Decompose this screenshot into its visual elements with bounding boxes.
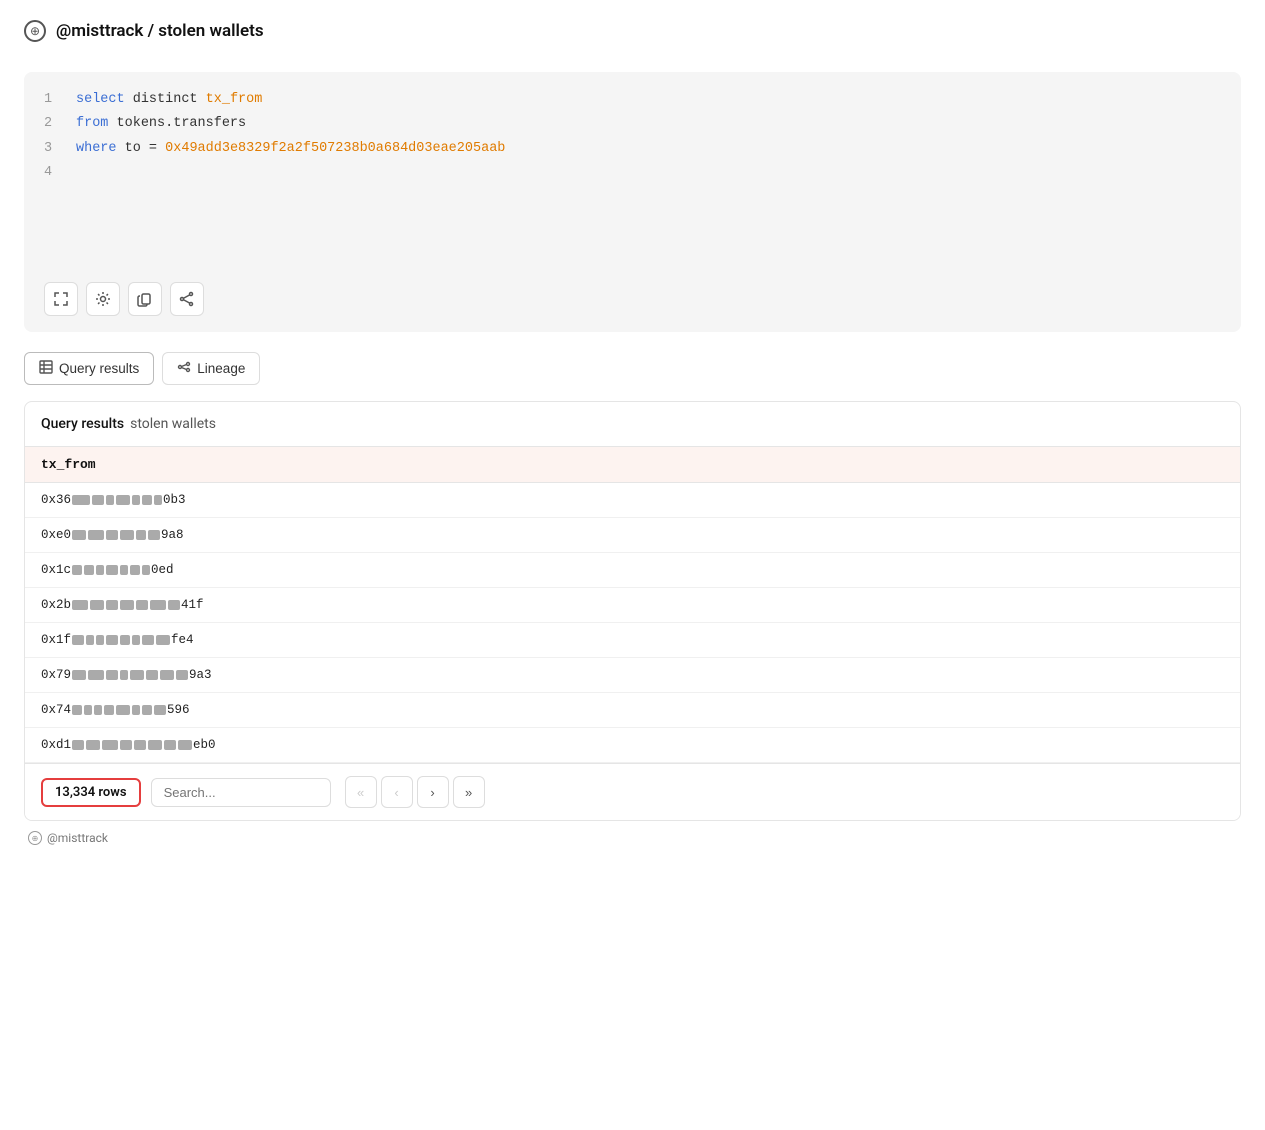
line-num-1: 1 — [44, 88, 56, 112]
line-num-2: 2 — [44, 112, 56, 136]
table-row: 0x799a3 — [25, 658, 1240, 693]
code-line-1: 1 select distinct tx_from — [44, 88, 1221, 112]
lineage-icon — [177, 360, 191, 377]
cell-tx-from: 0x74596 — [25, 693, 1240, 728]
share-button[interactable] — [170, 282, 204, 316]
pagination-controls: « ‹ › » — [345, 776, 485, 808]
pagination-prev[interactable]: ‹ — [381, 776, 413, 808]
code-block: 1 select distinct tx_from 2 from tokens.… — [44, 88, 1221, 185]
search-input[interactable] — [151, 778, 331, 807]
code-line-1-text: select distinct tx_from — [76, 88, 262, 112]
tab-query-results-label: Query results — [59, 361, 139, 376]
pagination-first[interactable]: « — [345, 776, 377, 808]
editor-toolbar — [44, 282, 204, 316]
results-panel: Query results stolen wallets tx_from 0x3… — [24, 401, 1241, 821]
tab-lineage-label: Lineage — [197, 361, 245, 376]
cell-tx-from: 0xe09a8 — [25, 518, 1240, 553]
results-panel-header: Query results stolen wallets — [25, 402, 1240, 447]
results-table: tx_from 0x360b30xe09a80x1c0ed0x2b41f0x1f… — [25, 447, 1240, 763]
result-tabs: Query results Lineage — [24, 352, 1241, 385]
page-title: @misttrack / stolen wallets — [56, 21, 264, 41]
cell-tx-from: 0x1c0ed — [25, 553, 1240, 588]
cell-tx-from: 0x2b41f — [25, 588, 1240, 623]
code-line-4: 4 — [44, 161, 1221, 185]
tab-query-results[interactable]: Query results — [24, 352, 154, 385]
table-row: 0x74596 — [25, 693, 1240, 728]
header-icon: ⊕ — [24, 20, 46, 42]
pagination-next[interactable]: › — [417, 776, 449, 808]
line-num-4: 4 — [44, 161, 56, 185]
results-footer: 13,334 rows « ‹ › » — [25, 763, 1240, 820]
results-subtitle: stolen wallets — [130, 416, 216, 432]
row-count-badge: 13,334 rows — [41, 778, 141, 807]
results-header-label: Query results — [41, 416, 124, 432]
table-row: 0x1ffe4 — [25, 623, 1240, 658]
clipboard-button[interactable] — [128, 282, 162, 316]
column-tx-from: tx_from — [25, 447, 1240, 483]
tab-lineage[interactable]: Lineage — [162, 352, 260, 385]
table-row: 0x2b41f — [25, 588, 1240, 623]
cell-tx-from: 0xd1eb0 — [25, 728, 1240, 763]
footer-credit: @misttrack — [47, 831, 108, 845]
expand-button[interactable] — [44, 282, 78, 316]
settings-button[interactable] — [86, 282, 120, 316]
table-header-row: tx_from — [25, 447, 1240, 483]
table-row: 0x1c0ed — [25, 553, 1240, 588]
footer-icon: ⊕ — [28, 831, 42, 845]
cell-tx-from: 0x799a3 — [25, 658, 1240, 693]
page-footer: ⊕ @misttrack — [24, 821, 1241, 845]
cell-tx-from: 0x360b3 — [25, 483, 1240, 518]
table-icon — [39, 360, 53, 377]
code-line-3-text: where to = 0x49add3e8329f2a2f507238b0a68… — [76, 137, 505, 161]
code-line-2: 2 from tokens.transfers — [44, 112, 1221, 136]
table-row: 0x360b3 — [25, 483, 1240, 518]
code-line-4-text — [76, 161, 84, 185]
code-editor[interactable]: 1 select distinct tx_from 2 from tokens.… — [24, 72, 1241, 332]
line-num-3: 3 — [44, 137, 56, 161]
table-row: 0xe09a8 — [25, 518, 1240, 553]
pagination-last[interactable]: » — [453, 776, 485, 808]
page-header: ⊕ @misttrack / stolen wallets — [24, 20, 1241, 52]
code-line-2-text: from tokens.transfers — [76, 112, 246, 136]
plus-icon: ⊕ — [30, 24, 40, 38]
table-row: 0xd1eb0 — [25, 728, 1240, 763]
cell-tx-from: 0x1ffe4 — [25, 623, 1240, 658]
code-line-3: 3 where to = 0x49add3e8329f2a2f507238b0a… — [44, 137, 1221, 161]
